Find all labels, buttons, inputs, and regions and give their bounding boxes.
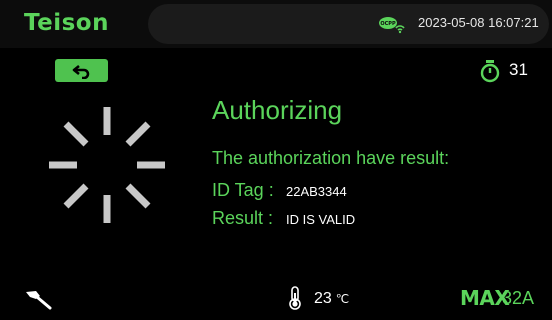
status-bar: Teison OCPP 2023-05-08 16:07:21 — [0, 0, 552, 48]
back-arrow-icon — [72, 64, 89, 79]
temperature-readout: 23 ℃ — [314, 290, 349, 308]
id-tag-label: ID Tag : — [212, 180, 274, 200]
charging-plug-icon — [26, 291, 52, 310]
svg-text:OCPP: OCPP — [380, 21, 396, 27]
page-title: Authorizing — [212, 95, 343, 125]
max-current-value: 32A — [502, 288, 535, 308]
id-tag-value: 22AB3344 — [286, 184, 347, 199]
countdown-timer: 31 — [509, 60, 528, 79]
result-message: The authorization have result: — [212, 148, 450, 168]
temperature-unit: ℃ — [335, 292, 350, 306]
result-value: ID IS VALID — [286, 212, 356, 227]
result-label: Result : — [212, 208, 274, 228]
ocpp-wifi-icon: OCPP — [379, 17, 405, 34]
stopwatch-icon — [480, 60, 500, 83]
back-button[interactable] — [55, 59, 108, 82]
datetime: 2023-05-08 16:07:21 — [418, 15, 539, 30]
temperature-value: 23 — [314, 290, 332, 307]
loading-spinner-icon — [49, 107, 165, 223]
brand-logo: Teison — [24, 10, 109, 36]
thermometer-icon — [289, 286, 301, 310]
